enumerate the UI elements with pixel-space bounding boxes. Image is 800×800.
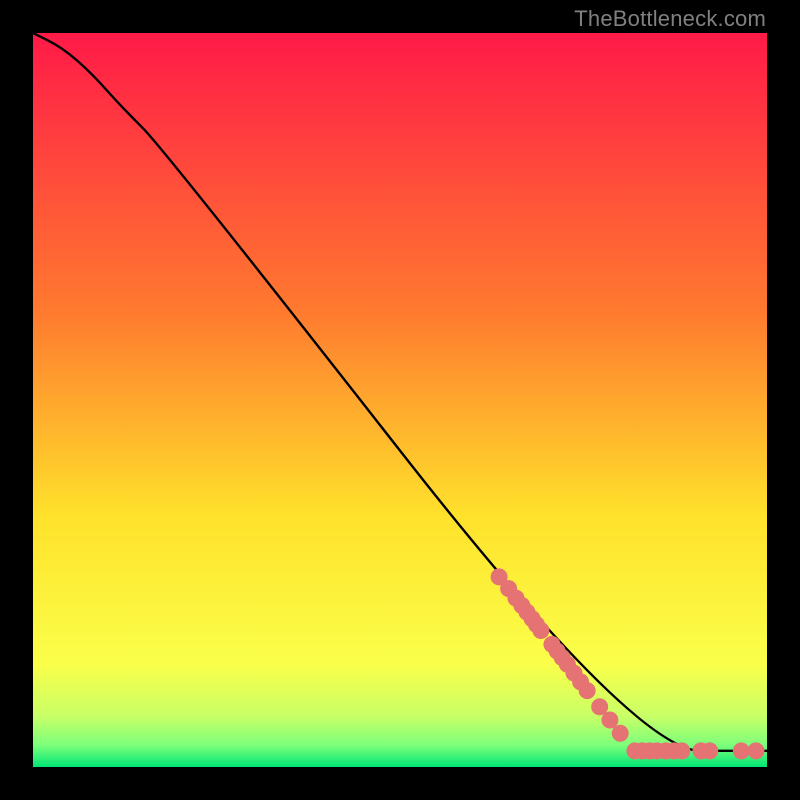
data-marker <box>532 622 549 639</box>
data-marker <box>612 725 629 742</box>
data-marker <box>579 682 596 699</box>
data-marker <box>673 742 690 759</box>
data-marker <box>733 742 750 759</box>
chart-stage: TheBottleneck.com <box>0 0 800 800</box>
plot-surface <box>33 33 767 767</box>
plot-background <box>33 33 767 767</box>
plot-frame <box>33 33 767 767</box>
data-marker <box>701 742 718 759</box>
attribution-text: TheBottleneck.com <box>574 6 766 32</box>
data-marker <box>747 742 764 759</box>
